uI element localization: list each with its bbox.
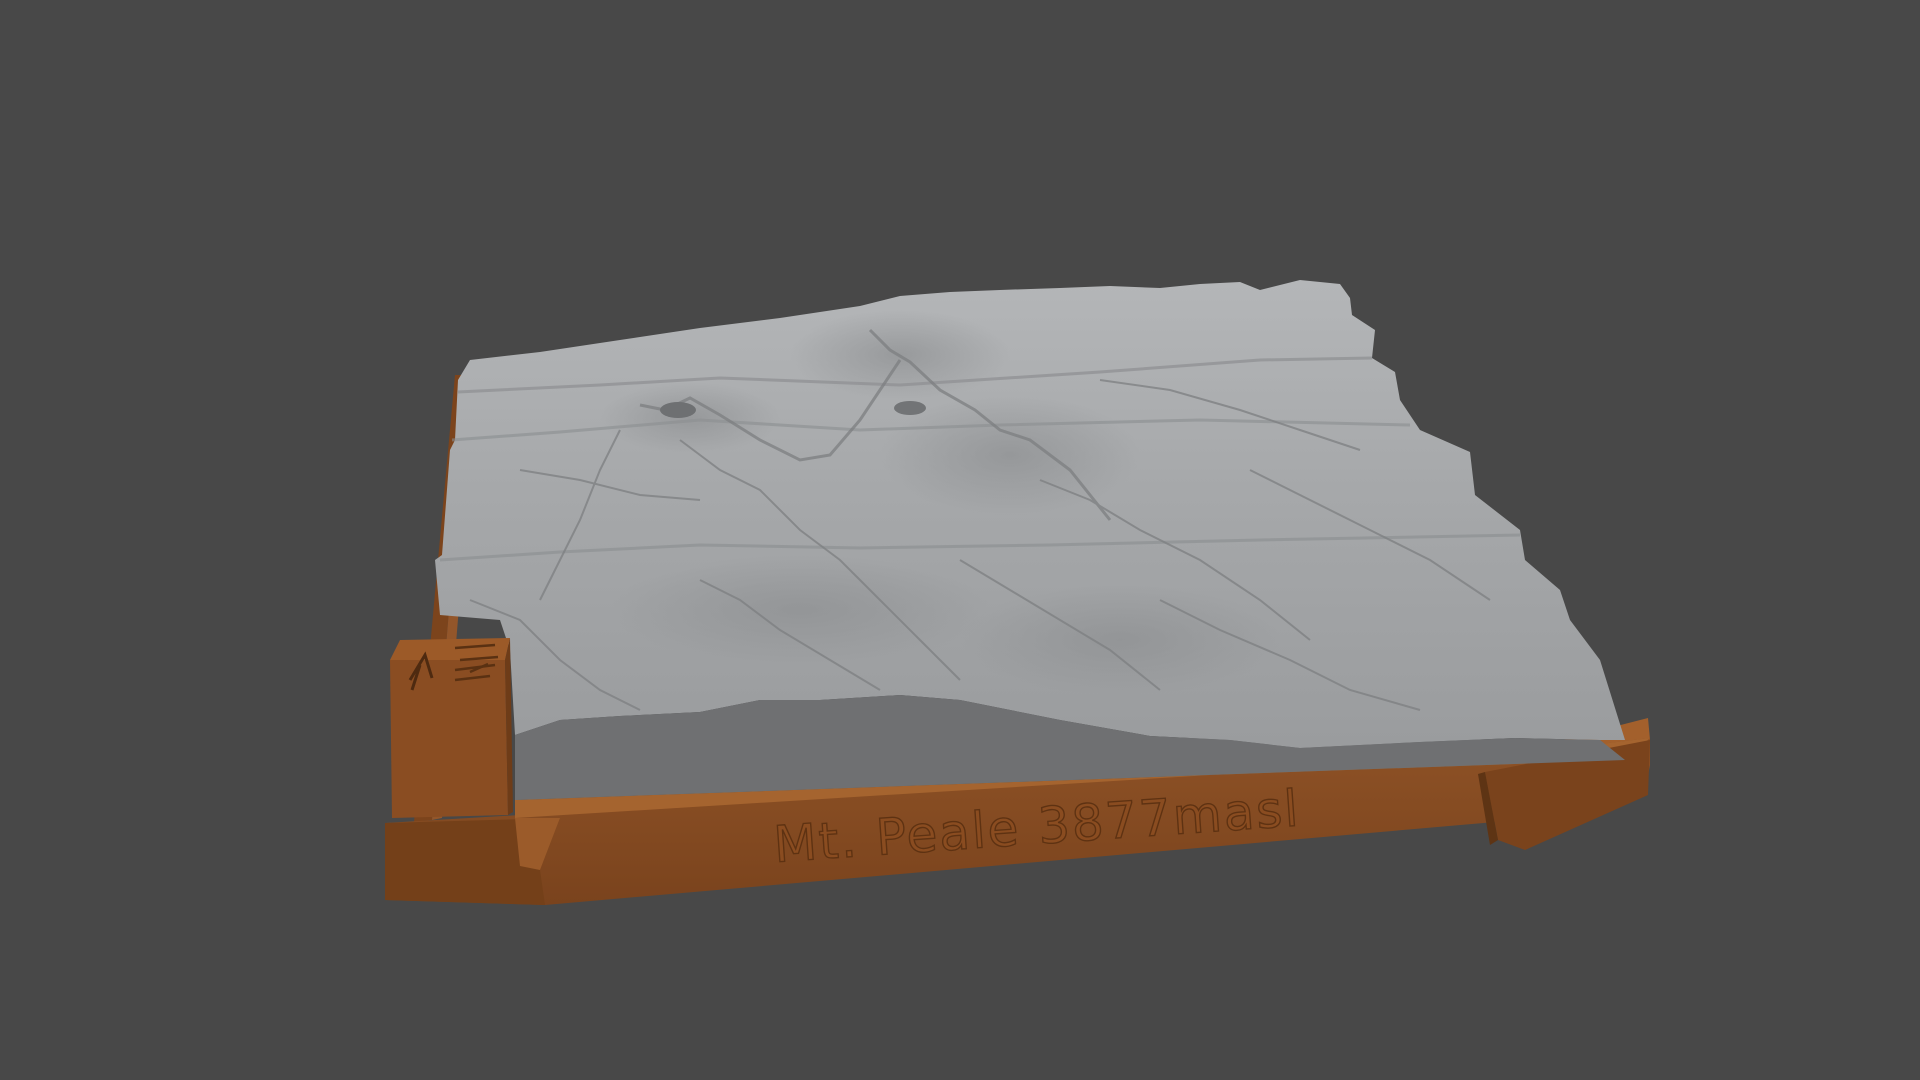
terrain-surface [435, 280, 1625, 800]
render-viewport: Mt. Peale 3877masl [0, 0, 1920, 1080]
summit-crater-left [660, 402, 696, 418]
peak-shade-left [600, 382, 780, 454]
legend-block [390, 638, 513, 818]
valley-shade-right [960, 585, 1280, 695]
terrain-model-scene: Mt. Peale 3877masl [385, 280, 1650, 905]
summit-crater-center [894, 401, 926, 415]
ridge-shade-lower [610, 555, 990, 665]
legend-block-front [390, 660, 508, 818]
